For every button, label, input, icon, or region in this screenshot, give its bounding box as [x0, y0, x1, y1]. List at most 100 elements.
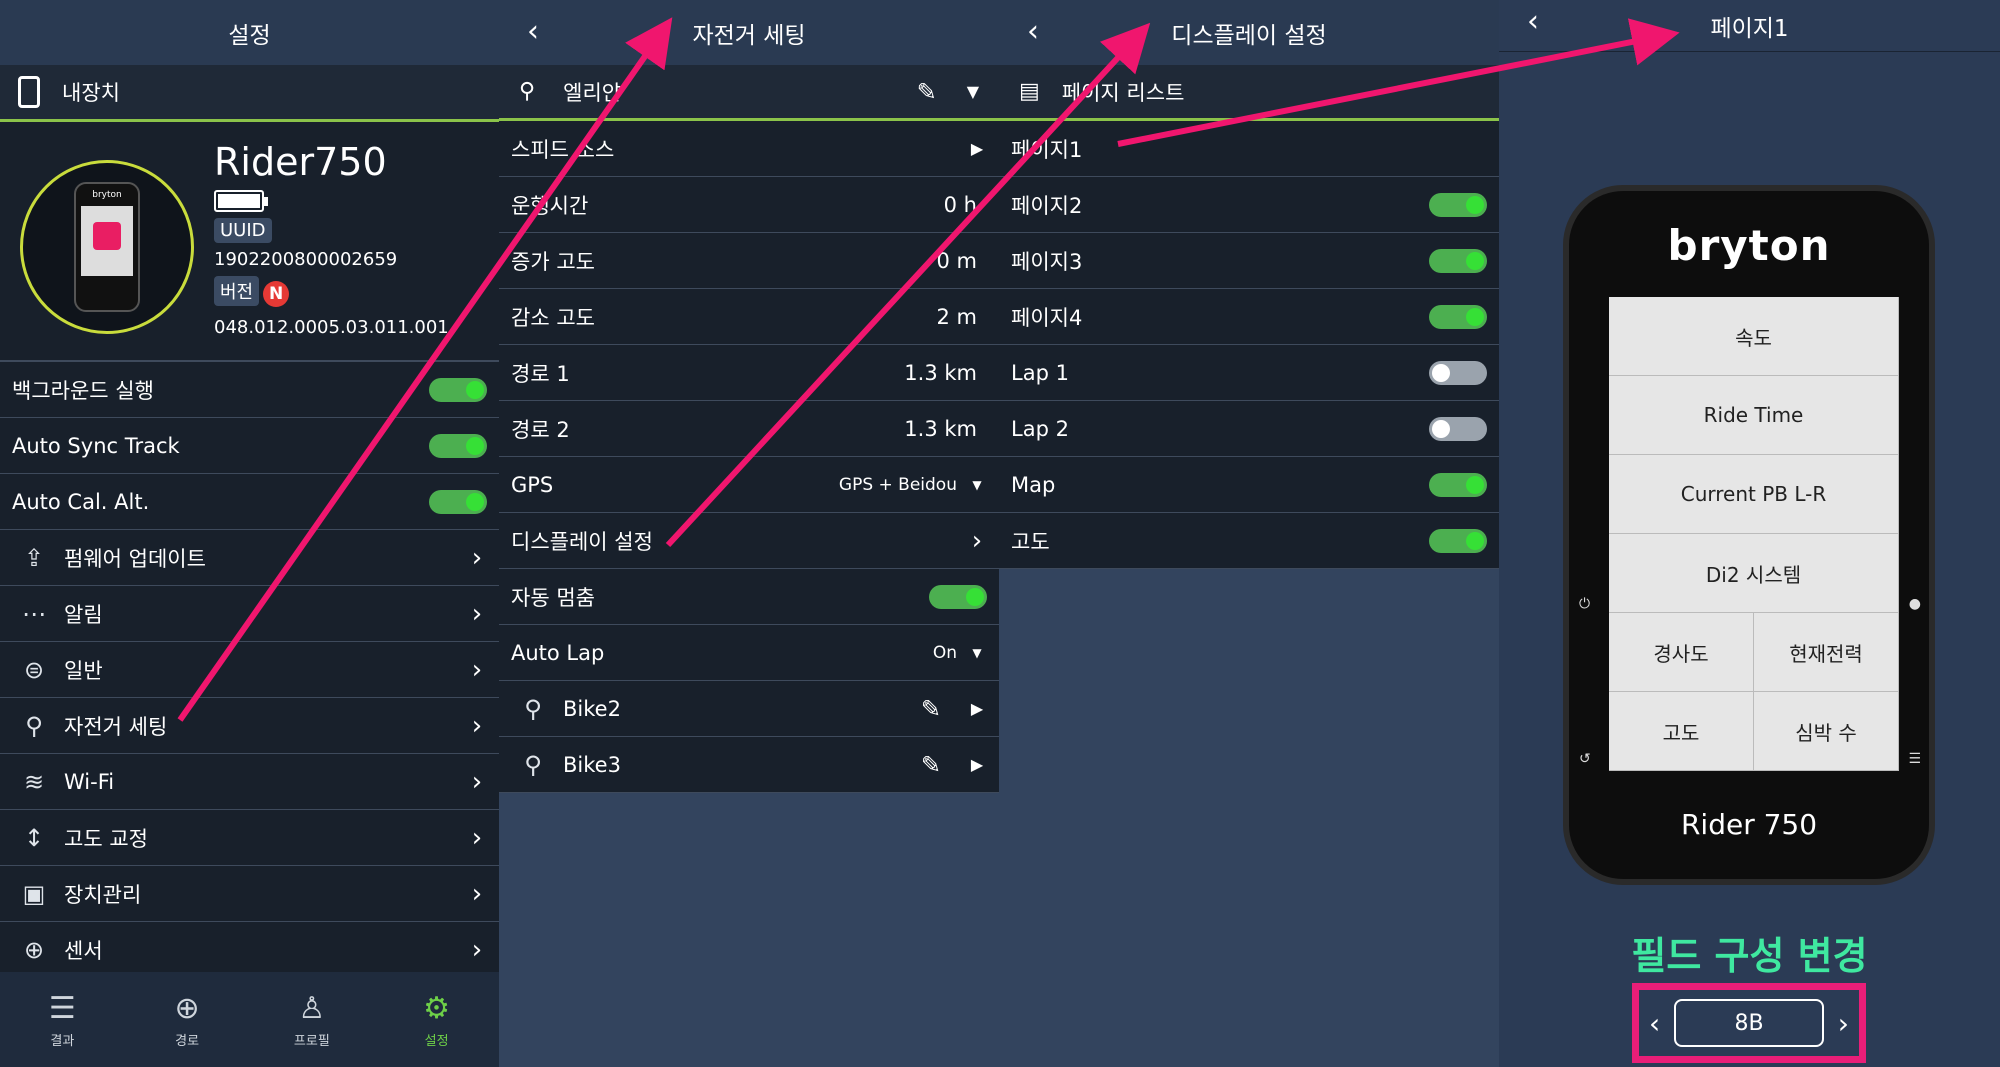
menu-item-wifi[interactable]: ≋ Wi-Fi › — [0, 754, 499, 810]
row-label: 스피드 소스 — [511, 137, 615, 162]
toggle-switch[interactable] — [429, 489, 487, 514]
menu-item-device-manage[interactable]: ▣ 장치관리 › — [0, 866, 499, 922]
bike-selector[interactable]: ⚲ 엘리얀 ✎ ▼ — [499, 65, 999, 121]
row-display-settings[interactable]: 디스플레이 설정 › — [499, 513, 999, 569]
field-speed[interactable]: 속도 — [1609, 297, 1899, 376]
row-auto-lap[interactable]: Auto Lap On ▼ — [499, 625, 999, 681]
field-ride-time[interactable]: Ride Time — [1609, 376, 1899, 455]
arrow-right-icon: ▶ — [970, 755, 984, 774]
back-icon[interactable]: ‹ — [527, 14, 539, 49]
row-route2: 경로 2 1.3 km — [499, 401, 999, 457]
toggle-switch[interactable] — [1429, 304, 1487, 329]
menu-item-general[interactable]: ⊜ 일반 › — [0, 642, 499, 698]
general-icon: ⊜ — [23, 655, 45, 684]
display-settings-header: ‹ 디스플레이 설정 — [999, 0, 1499, 65]
bike-name: 엘리얀 — [563, 80, 622, 105]
field-altitude[interactable]: 고도 — [1609, 692, 1754, 771]
bike-icon: ⚲ — [25, 711, 43, 740]
toggle-switch[interactable] — [429, 377, 487, 402]
menu-item-notifications[interactable]: ⋯ 알림 › — [0, 586, 499, 642]
chevron-right-icon: › — [971, 525, 983, 556]
row-ascent: 증가 고도 0 m — [499, 233, 999, 289]
row-speed-source[interactable]: 스피드 소스 ▶ — [499, 121, 999, 177]
gear-icon: ⚙ — [423, 990, 451, 1026]
row-label: 경로 2 — [511, 417, 570, 442]
device-image: bryton — [20, 160, 194, 334]
chevron-right-icon[interactable]: › — [1838, 1007, 1849, 1040]
device-screen: 속도 Ride Time Current PB L-R Di2 시스템 경사도 … — [1609, 297, 1899, 771]
document-icon: ▤ — [1019, 79, 1040, 104]
page-row-map[interactable]: Map — [999, 457, 1499, 513]
tab-results[interactable]: ☰ 결과 — [0, 972, 125, 1067]
device-name: Rider750 — [214, 140, 387, 184]
chevron-right-icon: › — [471, 710, 483, 741]
row-auto-pause[interactable]: 자동 멈춤 — [499, 569, 999, 625]
toggle-switch[interactable] — [1429, 472, 1487, 497]
field-di2[interactable]: Di2 시스템 — [1609, 534, 1899, 613]
page-row-2[interactable]: 페이지2 — [999, 177, 1499, 233]
back-icon[interactable]: ‹ — [1527, 4, 1539, 39]
toggle-switch[interactable] — [1429, 248, 1487, 273]
tab-label: 프로필 — [293, 1033, 330, 1049]
layout-value[interactable]: 8B — [1674, 999, 1824, 1047]
page1-panel: ‹ 페이지1 bryton 속도 Ride Time Current PB L-… — [1499, 0, 2000, 1067]
toggle-switch[interactable] — [929, 584, 987, 609]
battery-icon — [214, 190, 268, 212]
menu-item-sensor[interactable]: ⊕ 센서 › — [0, 922, 499, 978]
menu-label: 펌웨어 업데이트 — [64, 546, 206, 571]
row-bike3[interactable]: ⚲ Bike3 ✎ ▶ — [499, 737, 999, 793]
row-value: 0 h — [943, 192, 977, 217]
back-icon[interactable]: ‹ — [1027, 14, 1039, 49]
toggle-switch[interactable] — [1429, 360, 1487, 385]
bike-icon: ⚲ — [524, 694, 542, 723]
chevron-left-icon[interactable]: ‹ — [1649, 1007, 1660, 1040]
toggle-row-auto-cal[interactable]: Auto Cal. Alt. — [0, 474, 499, 530]
device-card[interactable]: bryton Rider750 UUID 1902200800002659 버전… — [0, 122, 499, 362]
tab-profile[interactable]: ♙ 프로필 — [250, 972, 375, 1067]
row-bike2[interactable]: ⚲ Bike2 ✎ ▶ — [499, 681, 999, 737]
edit-icon[interactable]: ✎ — [921, 695, 941, 723]
page-label: Lap 2 — [1011, 416, 1069, 441]
tab-routes[interactable]: ⊕ 경로 — [125, 972, 250, 1067]
page-label: Map — [1011, 472, 1056, 497]
sensor-icon: ⊕ — [23, 935, 45, 964]
new-badge: N — [263, 280, 290, 307]
toggle-switch[interactable] — [1429, 416, 1487, 441]
page-row-altitude[interactable]: 고도 — [999, 513, 1499, 569]
field-heart-rate[interactable]: 심박 수 — [1754, 692, 1899, 771]
row-label: GPS — [511, 472, 554, 497]
chevron-right-icon: › — [471, 822, 483, 853]
menu-item-bike-settings[interactable]: ⚲ 자전거 세팅 › — [0, 698, 499, 754]
toggle-switch[interactable] — [1429, 528, 1487, 553]
page-row-lap1[interactable]: Lap 1 — [999, 345, 1499, 401]
row-gps[interactable]: GPS GPS + Beidou ▼ — [499, 457, 999, 513]
toggle-row-auto-sync[interactable]: Auto Sync Track — [0, 418, 499, 474]
dropdown-icon[interactable]: ▼ — [967, 82, 979, 101]
page-row-lap2[interactable]: Lap 2 — [999, 401, 1499, 457]
tab-label: 경로 — [175, 1033, 200, 1049]
field-pb[interactable]: Current PB L-R — [1609, 455, 1899, 534]
field-power[interactable]: 현재전력 — [1754, 613, 1899, 692]
gps-select[interactable]: GPS + Beidou — [839, 475, 957, 495]
bike-name: Bike2 — [563, 696, 621, 721]
auto-lap-select[interactable]: On — [933, 643, 957, 663]
menu-label: 고도 교정 — [64, 826, 148, 851]
menu-item-altitude[interactable]: ↕ 고도 교정 › — [0, 810, 499, 866]
menu-icon: ☰ — [1908, 751, 1921, 767]
page-title: 디스플레이 설정 — [1171, 22, 1327, 49]
version-label: 버전 — [214, 276, 260, 306]
toggle-switch[interactable] — [1429, 192, 1487, 217]
toggle-switch[interactable] — [429, 433, 487, 458]
device-manage-icon: ▣ — [22, 879, 46, 908]
page-row-1[interactable]: 페이지1 — [999, 121, 1499, 177]
row-label: 증가 고도 — [511, 249, 595, 274]
menu-item-firmware[interactable]: ⇪ 펌웨어 업데이트 › — [0, 530, 499, 586]
edit-icon[interactable]: ✎ — [921, 751, 941, 779]
toggle-row-background[interactable]: 백그라운드 실행 — [0, 362, 499, 418]
tab-settings[interactable]: ⚙ 설정 — [374, 972, 499, 1067]
field-grade[interactable]: 경사도 — [1609, 613, 1754, 692]
edit-icon[interactable]: ✎ — [917, 78, 937, 106]
toggle-label: 백그라운드 실행 — [12, 378, 154, 403]
page-row-3[interactable]: 페이지3 — [999, 233, 1499, 289]
page-row-4[interactable]: 페이지4 — [999, 289, 1499, 345]
